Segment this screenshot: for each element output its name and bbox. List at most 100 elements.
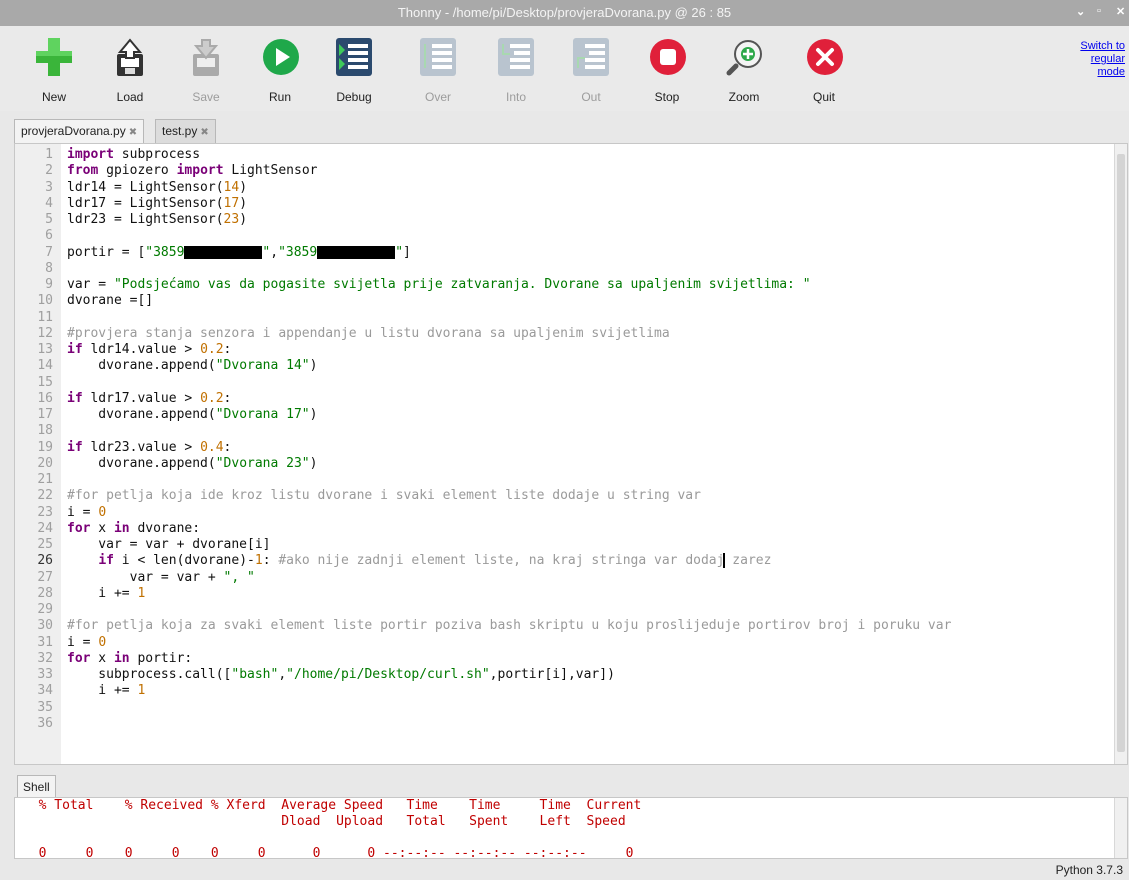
out-label: Out [581,90,601,104]
maximize-icon[interactable]: ▫ [1097,5,1101,17]
code-line[interactable]: 30 #for petlja koja za svaki element list… [15,618,1113,634]
save-button[interactable]: Save [176,26,236,108]
code-text[interactable]: import subprocess [67,147,200,163]
step-into-button[interactable]: Into [486,26,546,108]
minimize-icon[interactable]: ⌄ [1076,5,1085,18]
code-line[interactable]: 28 i += 1 [15,586,1113,602]
shell-console[interactable]: % Total % Received % Xferd Average Speed… [14,797,1128,859]
code-text[interactable]: var = "Podsjećamo vas da pogasite svijet… [67,277,811,293]
code-line[interactable]: 35 [15,700,1113,716]
step-over-icon [420,38,456,76]
code-line[interactable]: 10 dvorane =[] [15,293,1113,309]
switch-to-regular-mode-link[interactable]: Switch to regular mode [1065,40,1125,79]
code-text[interactable]: i = 0 [67,635,106,651]
code-line[interactable]: 23 i = 0 [15,505,1113,521]
run-button[interactable]: Run [250,26,310,108]
code-text[interactable]: i = 0 [67,505,106,521]
code-text[interactable]: for x in portir: [67,651,192,667]
code-text[interactable]: dvorane.append("Dvorana 14") [67,358,317,374]
scrollbar-thumb[interactable] [1117,154,1125,752]
code-line[interactable]: 29 [15,602,1113,618]
tab-provjeradvorana[interactable]: provjeraDvorana.py ✖ [14,119,145,143]
code-text[interactable]: dvorane.append("Dvorana 17") [67,407,317,423]
code-line[interactable]: 36 [15,716,1113,732]
code-text[interactable]: dvorane.append("Dvorana 23") [67,456,317,472]
code-line[interactable]: 22 #for petlja koja ide kroz listu dvoran… [15,488,1113,504]
zoom-button[interactable]: Zoom [714,26,774,108]
code-line[interactable]: 15 [15,375,1113,391]
code-text[interactable]: dvorane =[] [67,293,153,309]
stop-icon [650,39,686,75]
code-text[interactable]: ldr14 = LightSensor(14) [67,180,247,196]
step-over-button[interactable]: Over [408,26,468,108]
code-text[interactable]: from gpiozero import LightSensor [67,163,317,179]
tab-shell[interactable]: Shell [17,775,56,797]
code-text[interactable]: if i < len(dvorane)-1: #ako nije zadnji … [67,553,771,569]
code-text[interactable]: ldr23 = LightSensor(23) [67,212,247,228]
quit-button[interactable]: Quit [794,26,854,108]
code-line[interactable]: 8 [15,261,1113,277]
stop-button[interactable]: Stop [637,26,697,108]
line-number: 15 [37,374,53,390]
code-text[interactable]: ldr17 = LightSensor(17) [67,196,247,212]
code-line[interactable]: 9 var = "Podsjećamo vas da pogasite svije… [15,277,1113,293]
code-text[interactable]: portir = ["3859 ","3859 "] [67,245,411,261]
shell-vertical-scrollbar[interactable] [1114,798,1127,858]
code-line[interactable]: 26 if i < len(dvorane)-1: #ako nije zadn… [15,553,1113,569]
quit-icon [807,39,843,75]
code-line[interactable]: 31 i = 0 [15,635,1113,651]
code-line[interactable]: 13 if ldr14.value > 0.2: [15,342,1113,358]
code-line[interactable]: 3 ldr14 = LightSensor(14) [15,180,1113,196]
code-line[interactable]: 16 if ldr17.value > 0.2: [15,391,1113,407]
code-line[interactable]: 12 #provjera stanja senzora i appendanje … [15,326,1113,342]
close-tab-icon[interactable]: ✖ [129,127,137,138]
line-number: 36 [37,715,53,731]
code-text[interactable]: var = var + ", " [67,570,255,586]
load-button[interactable]: Load [100,26,160,108]
code-text[interactable]: #for petlja koja za svaki element liste … [67,618,951,634]
python-version-status: Python 3.7.3 [1055,863,1123,877]
code-text[interactable]: if ldr23.value > 0.4: [67,440,231,456]
code-text[interactable]: #for petlja koja ide kroz listu dvorane … [67,488,701,504]
code-line[interactable]: 32 for x in portir: [15,651,1113,667]
code-line[interactable]: 34 i += 1 [15,683,1113,699]
code-area[interactable]: 1 import subprocess 2 from gpiozero import … [15,147,1113,732]
code-text[interactable]: subprocess.call(["bash","/home/pi/Deskto… [67,667,615,683]
code-text[interactable]: if ldr17.value > 0.2: [67,391,231,407]
tab-test[interactable]: test.py ✖ [155,119,216,143]
code-line[interactable]: 18 [15,423,1113,439]
code-line[interactable]: 25 var = var + dvorane[i] [15,537,1113,553]
code-text[interactable]: var = var + dvorane[i] [67,537,270,553]
line-number: 33 [37,667,53,682]
close-window-icon[interactable]: ✕ [1116,5,1125,18]
line-number: 9 [45,277,53,292]
code-text[interactable]: i += 1 [67,683,145,699]
code-line[interactable]: 5 ldr23 = LightSensor(23) [15,212,1113,228]
code-line[interactable]: 6 [15,228,1113,244]
code-line[interactable]: 20 dvorane.append("Dvorana 23") [15,456,1113,472]
code-line[interactable]: 14 dvorane.append("Dvorana 14") [15,358,1113,374]
code-line[interactable]: 24 for x in dvorane: [15,521,1113,537]
step-out-button[interactable]: Out [561,26,621,108]
code-line[interactable]: 27 var = var + ", " [15,570,1113,586]
line-number: 18 [37,423,53,439]
code-line[interactable]: 33 subprocess.call(["bash","/home/pi/Des… [15,667,1113,683]
code-line[interactable]: 7 portir = ["3859 ","3859 "] [15,245,1113,261]
line-number: 17 [37,407,53,422]
code-text[interactable]: for x in dvorane: [67,521,200,537]
code-line[interactable]: 2 from gpiozero import LightSensor [15,163,1113,179]
code-line[interactable]: 21 [15,472,1113,488]
code-line[interactable]: 4 ldr17 = LightSensor(17) [15,196,1113,212]
code-line[interactable]: 11 [15,310,1113,326]
code-line[interactable]: 19 if ldr23.value > 0.4: [15,440,1113,456]
code-text[interactable]: #provjera stanja senzora i appendanje u … [67,326,670,342]
debug-button[interactable]: Debug [324,26,384,108]
code-line[interactable]: 1 import subprocess [15,147,1113,163]
close-tab-icon[interactable]: ✖ [200,127,208,138]
new-button[interactable]: New [24,26,84,108]
editor-vertical-scrollbar[interactable] [1114,144,1127,764]
code-editor[interactable]: 1 import subprocess 2 from gpiozero import … [14,143,1128,765]
code-line[interactable]: 17 dvorane.append("Dvorana 17") [15,407,1113,423]
code-text[interactable]: i += 1 [67,586,145,602]
code-text[interactable]: if ldr14.value > 0.2: [67,342,231,358]
